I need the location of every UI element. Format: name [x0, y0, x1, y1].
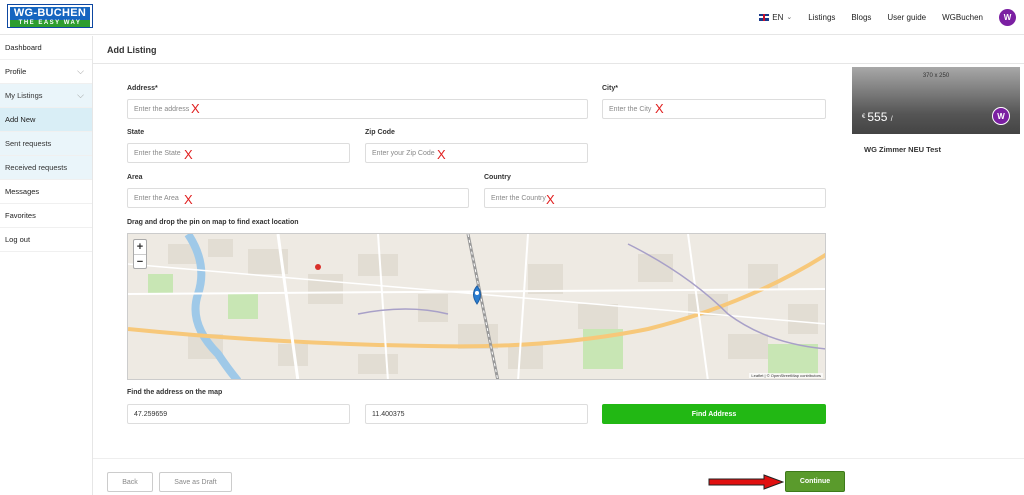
- city-error-mark: X: [655, 101, 664, 116]
- nav-account-name[interactable]: WGBuchen: [942, 13, 983, 22]
- sidebar-item-label: Received requests: [5, 163, 68, 172]
- language-label: EN: [772, 12, 784, 22]
- red-arrow-icon: [708, 474, 784, 490]
- map-zoom-control: + −: [133, 239, 147, 269]
- area-error-mark: X: [184, 192, 193, 207]
- listing-preview-image[interactable]: 370 x 250 €555 / W: [852, 67, 1020, 134]
- state-error-mark: X: [184, 147, 193, 162]
- sidebar-item-label: Sent requests: [5, 139, 52, 148]
- sidebar-item-add-new[interactable]: Add New: [0, 108, 92, 132]
- uk-flag-icon: [759, 13, 770, 21]
- zip-input[interactable]: Enter your Zip Code: [365, 143, 588, 163]
- sidebar-item-my-listings[interactable]: My Listings ⌵: [0, 84, 92, 108]
- price-currency: €: [862, 114, 866, 120]
- chevron-down-icon: ⌵: [77, 90, 84, 100]
- image-size-label: 370 x 250: [922, 73, 950, 79]
- longitude-input[interactable]: 11.400375: [365, 404, 588, 424]
- brand-tagline: THE EASY WAY: [10, 20, 90, 27]
- area-input[interactable]: Enter the Area: [127, 188, 469, 208]
- top-bar: WG-BUCHEN THE EASY WAY EN ⌄ Listings Blo…: [0, 0, 1024, 35]
- sidebar-item-label: Add New: [5, 115, 36, 124]
- page-title: Add Listing: [107, 45, 157, 55]
- chevron-down-icon: ⌵: [77, 66, 84, 76]
- nav-user-guide[interactable]: User guide: [887, 13, 926, 22]
- map-attribution[interactable]: Leaflet | © OpenStreetMap contributors: [749, 373, 823, 378]
- continue-button[interactable]: Continue: [785, 471, 845, 492]
- user-avatar[interactable]: W: [999, 8, 1016, 26]
- area-label: Area: [127, 174, 143, 181]
- country-label: Country: [484, 174, 511, 181]
- sidebar-item-label: Dashboard: [5, 43, 42, 52]
- sidebar-item-label: Messages: [5, 187, 40, 196]
- sidebar-item-received-requests[interactable]: Received requests: [0, 156, 92, 180]
- sidebar-item-label: My Listings: [5, 91, 43, 100]
- state-input[interactable]: Enter the State: [127, 143, 350, 163]
- city-label: City*: [602, 85, 618, 92]
- address-error-mark: X: [191, 101, 200, 116]
- zoom-in-button[interactable]: +: [134, 240, 146, 254]
- state-label: State: [127, 129, 145, 136]
- brand-logo[interactable]: WG-BUCHEN THE EASY WAY: [7, 4, 93, 28]
- sidebar-item-sent-requests[interactable]: Sent requests: [0, 132, 92, 156]
- brand-name: WG-BUCHEN: [13, 7, 87, 19]
- address-label: Address*: [127, 85, 158, 92]
- owner-avatar[interactable]: W: [992, 107, 1010, 125]
- zip-error-mark: X: [437, 147, 446, 162]
- sidebar-item-label: Log out: [5, 235, 31, 244]
- sidebar-item-logout[interactable]: Log out: [0, 228, 92, 252]
- sidebar-item-favorites[interactable]: Favorites: [0, 204, 92, 228]
- language-selector[interactable]: EN ⌄: [759, 13, 792, 22]
- sidebar-item-messages[interactable]: Messages: [0, 180, 92, 204]
- price-value: 555: [867, 110, 888, 124]
- nav-blogs[interactable]: Blogs: [851, 13, 871, 22]
- country-error-mark: X: [546, 192, 555, 207]
- sidebar-item-label: Favorites: [5, 211, 36, 220]
- map-tiles: [128, 234, 825, 379]
- zip-label: Zip Code: [365, 129, 395, 136]
- find-address-button[interactable]: Find Address: [602, 404, 826, 424]
- zoom-out-button[interactable]: −: [134, 254, 146, 268]
- city-input[interactable]: Enter the City: [602, 99, 826, 119]
- location-map[interactable]: + − Leaflet | © OpenStreetMap contributo…: [127, 233, 826, 380]
- sidebar-item-dashboard[interactable]: Dashboard: [0, 36, 92, 60]
- latitude-input[interactable]: 47.259659: [127, 404, 350, 424]
- price-suffix: /: [890, 116, 893, 123]
- country-input[interactable]: Enter the Country: [484, 188, 826, 208]
- title-divider: [93, 63, 1024, 64]
- footer-divider: [93, 458, 1024, 459]
- back-button[interactable]: Back: [107, 472, 153, 492]
- listing-price: €555 /: [862, 110, 893, 124]
- listing-title[interactable]: WG Zimmer NEU Test: [864, 145, 941, 154]
- chevron-down-icon: ⌄: [786, 14, 793, 21]
- map-hint: Drag and drop the pin on map to find exa…: [127, 219, 299, 226]
- sidebar-item-label: Profile: [5, 67, 27, 76]
- find-address-label: Find the address on the map: [127, 389, 223, 396]
- nav-listings[interactable]: Listings: [808, 13, 835, 22]
- sidebar-item-profile[interactable]: Profile ⌵: [0, 60, 92, 84]
- save-draft-button[interactable]: Save as Draft: [159, 472, 232, 492]
- sidebar: Dashboard Profile ⌵ My Listings ⌵ Add Ne…: [0, 36, 93, 495]
- top-nav: EN ⌄ Listings Blogs User guide WGBuchen …: [759, 8, 1016, 26]
